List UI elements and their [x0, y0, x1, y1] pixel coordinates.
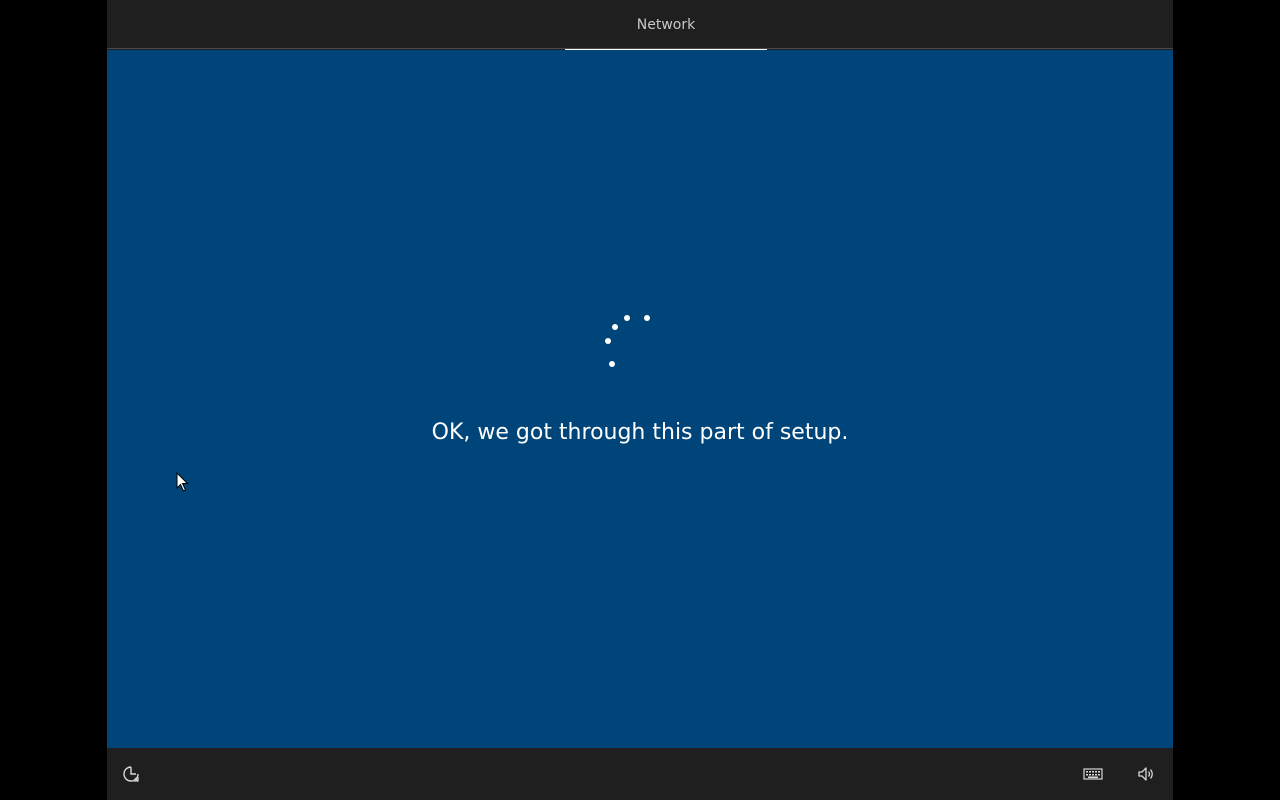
ease-of-access-button[interactable] [119, 762, 143, 786]
keyboard-icon [1083, 768, 1103, 780]
setup-screen: Network OK, we got through this part of … [107, 0, 1173, 800]
spinner-dot [609, 361, 615, 367]
progress-header: Network [107, 0, 1173, 50]
spinner-dot [612, 324, 618, 330]
volume-button[interactable] [1134, 762, 1158, 786]
spinner-dot [624, 315, 630, 321]
volume-icon [1138, 767, 1153, 781]
mouse-pointer-icon [176, 472, 189, 492]
spinner-dot [644, 315, 650, 321]
header-divider [107, 48, 1173, 49]
loading-spinner-icon [604, 312, 664, 372]
keyboard-button[interactable] [1081, 762, 1105, 786]
spinner-dot [605, 338, 611, 344]
bottom-toolbar [107, 748, 1173, 800]
setup-content-panel: OK, we got through this part of setup. [107, 50, 1173, 748]
tab-network-label: Network [636, 17, 696, 33]
tab-network: Network [565, 0, 767, 50]
status-message: OK, we got through this part of setup. [431, 420, 849, 445]
ease-of-access-icon [123, 766, 139, 782]
